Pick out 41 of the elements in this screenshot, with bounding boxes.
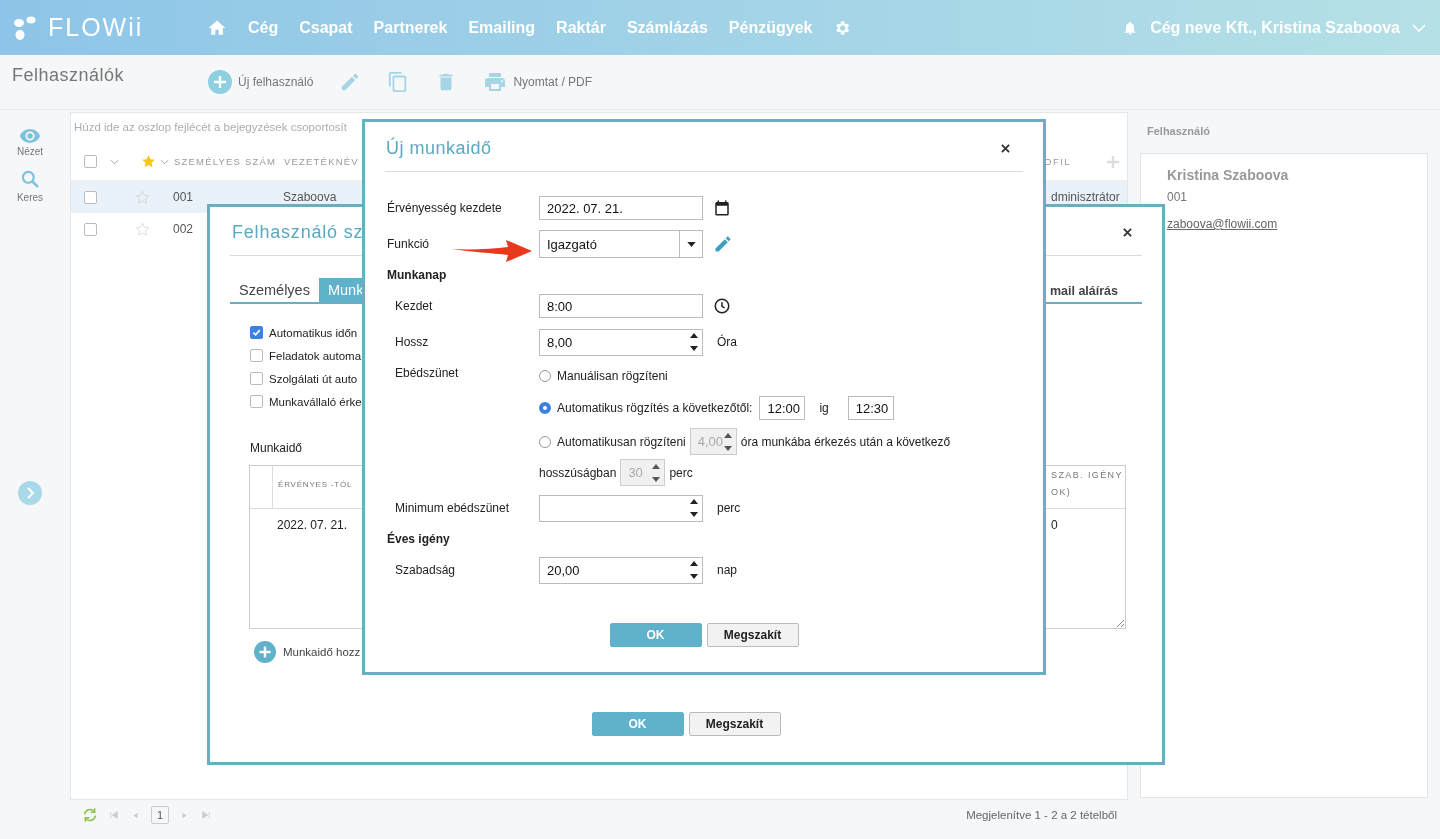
range-separator: ig bbox=[819, 401, 829, 415]
unit-label: Óra bbox=[717, 335, 737, 349]
option-label: Manuálisan rögzíteni bbox=[557, 369, 668, 383]
option-label: Feladatok automa bbox=[269, 349, 362, 362]
unit-label: nap bbox=[717, 563, 738, 577]
option-text: hosszúságban bbox=[539, 465, 617, 480]
user-number: 001 bbox=[1167, 190, 1188, 204]
table-cell: 2022. 07. 21. bbox=[277, 518, 348, 532]
group-hint: Húzd ide az oszlop fejlécét a bejegyzések csoportosít bbox=[73, 120, 348, 135]
option-label: Automatikusan rögzíteni bbox=[557, 434, 686, 449]
option-label: Munkavállaló érke bbox=[269, 395, 362, 408]
unit-label: perc bbox=[717, 501, 741, 515]
dialog-title: Felhasználó sz bbox=[232, 222, 364, 243]
field-label: Hossz bbox=[395, 335, 430, 349]
section-label: Éves igény bbox=[387, 532, 451, 546]
option-label: Automatikus rögzítés a következőtől: bbox=[557, 401, 753, 415]
section-label: Munkaidő bbox=[250, 441, 303, 455]
logo-text: FLOWii bbox=[48, 13, 144, 42]
panel-title: Felhasználó bbox=[1146, 124, 1211, 139]
user-name: Kristina Szaboova bbox=[1167, 167, 1289, 183]
page-title: Felhasználók bbox=[12, 64, 126, 86]
field-label: Funkció bbox=[387, 237, 431, 251]
column-header: OK) bbox=[1051, 487, 1073, 497]
field-label: Ebédszünet bbox=[395, 365, 460, 380]
table-cell: Szaboova bbox=[283, 190, 337, 204]
option-label: Szolgálati út auto bbox=[269, 372, 358, 385]
option-label: Automatikus időn bbox=[269, 326, 358, 339]
field-label: Szabadság bbox=[395, 563, 457, 577]
field-label: Érvényesség kezdete bbox=[387, 201, 503, 215]
table-cell-text: 001 bbox=[173, 190, 195, 204]
unit-label: perc bbox=[669, 465, 693, 480]
table-cell-text: 0 bbox=[1051, 518, 1059, 532]
section-label: Munkanap bbox=[387, 268, 448, 282]
column-header: ÉRVÉNYES -TÓL bbox=[277, 479, 353, 491]
field-label: Kezdet bbox=[395, 299, 434, 313]
field-label: Minimum ebédszünet bbox=[395, 501, 511, 515]
option-text: óra munkába érkezés után a következő bbox=[740, 434, 951, 449]
table-cell-text: dminisztrátor bbox=[1051, 190, 1121, 204]
dialog-title: Új munkaidő bbox=[386, 138, 492, 159]
pager-summary: Megjelenítve 1 - 2 a 2 tételből bbox=[966, 809, 1117, 821]
column-header: SZAB. IGÉNY bbox=[1051, 470, 1124, 480]
